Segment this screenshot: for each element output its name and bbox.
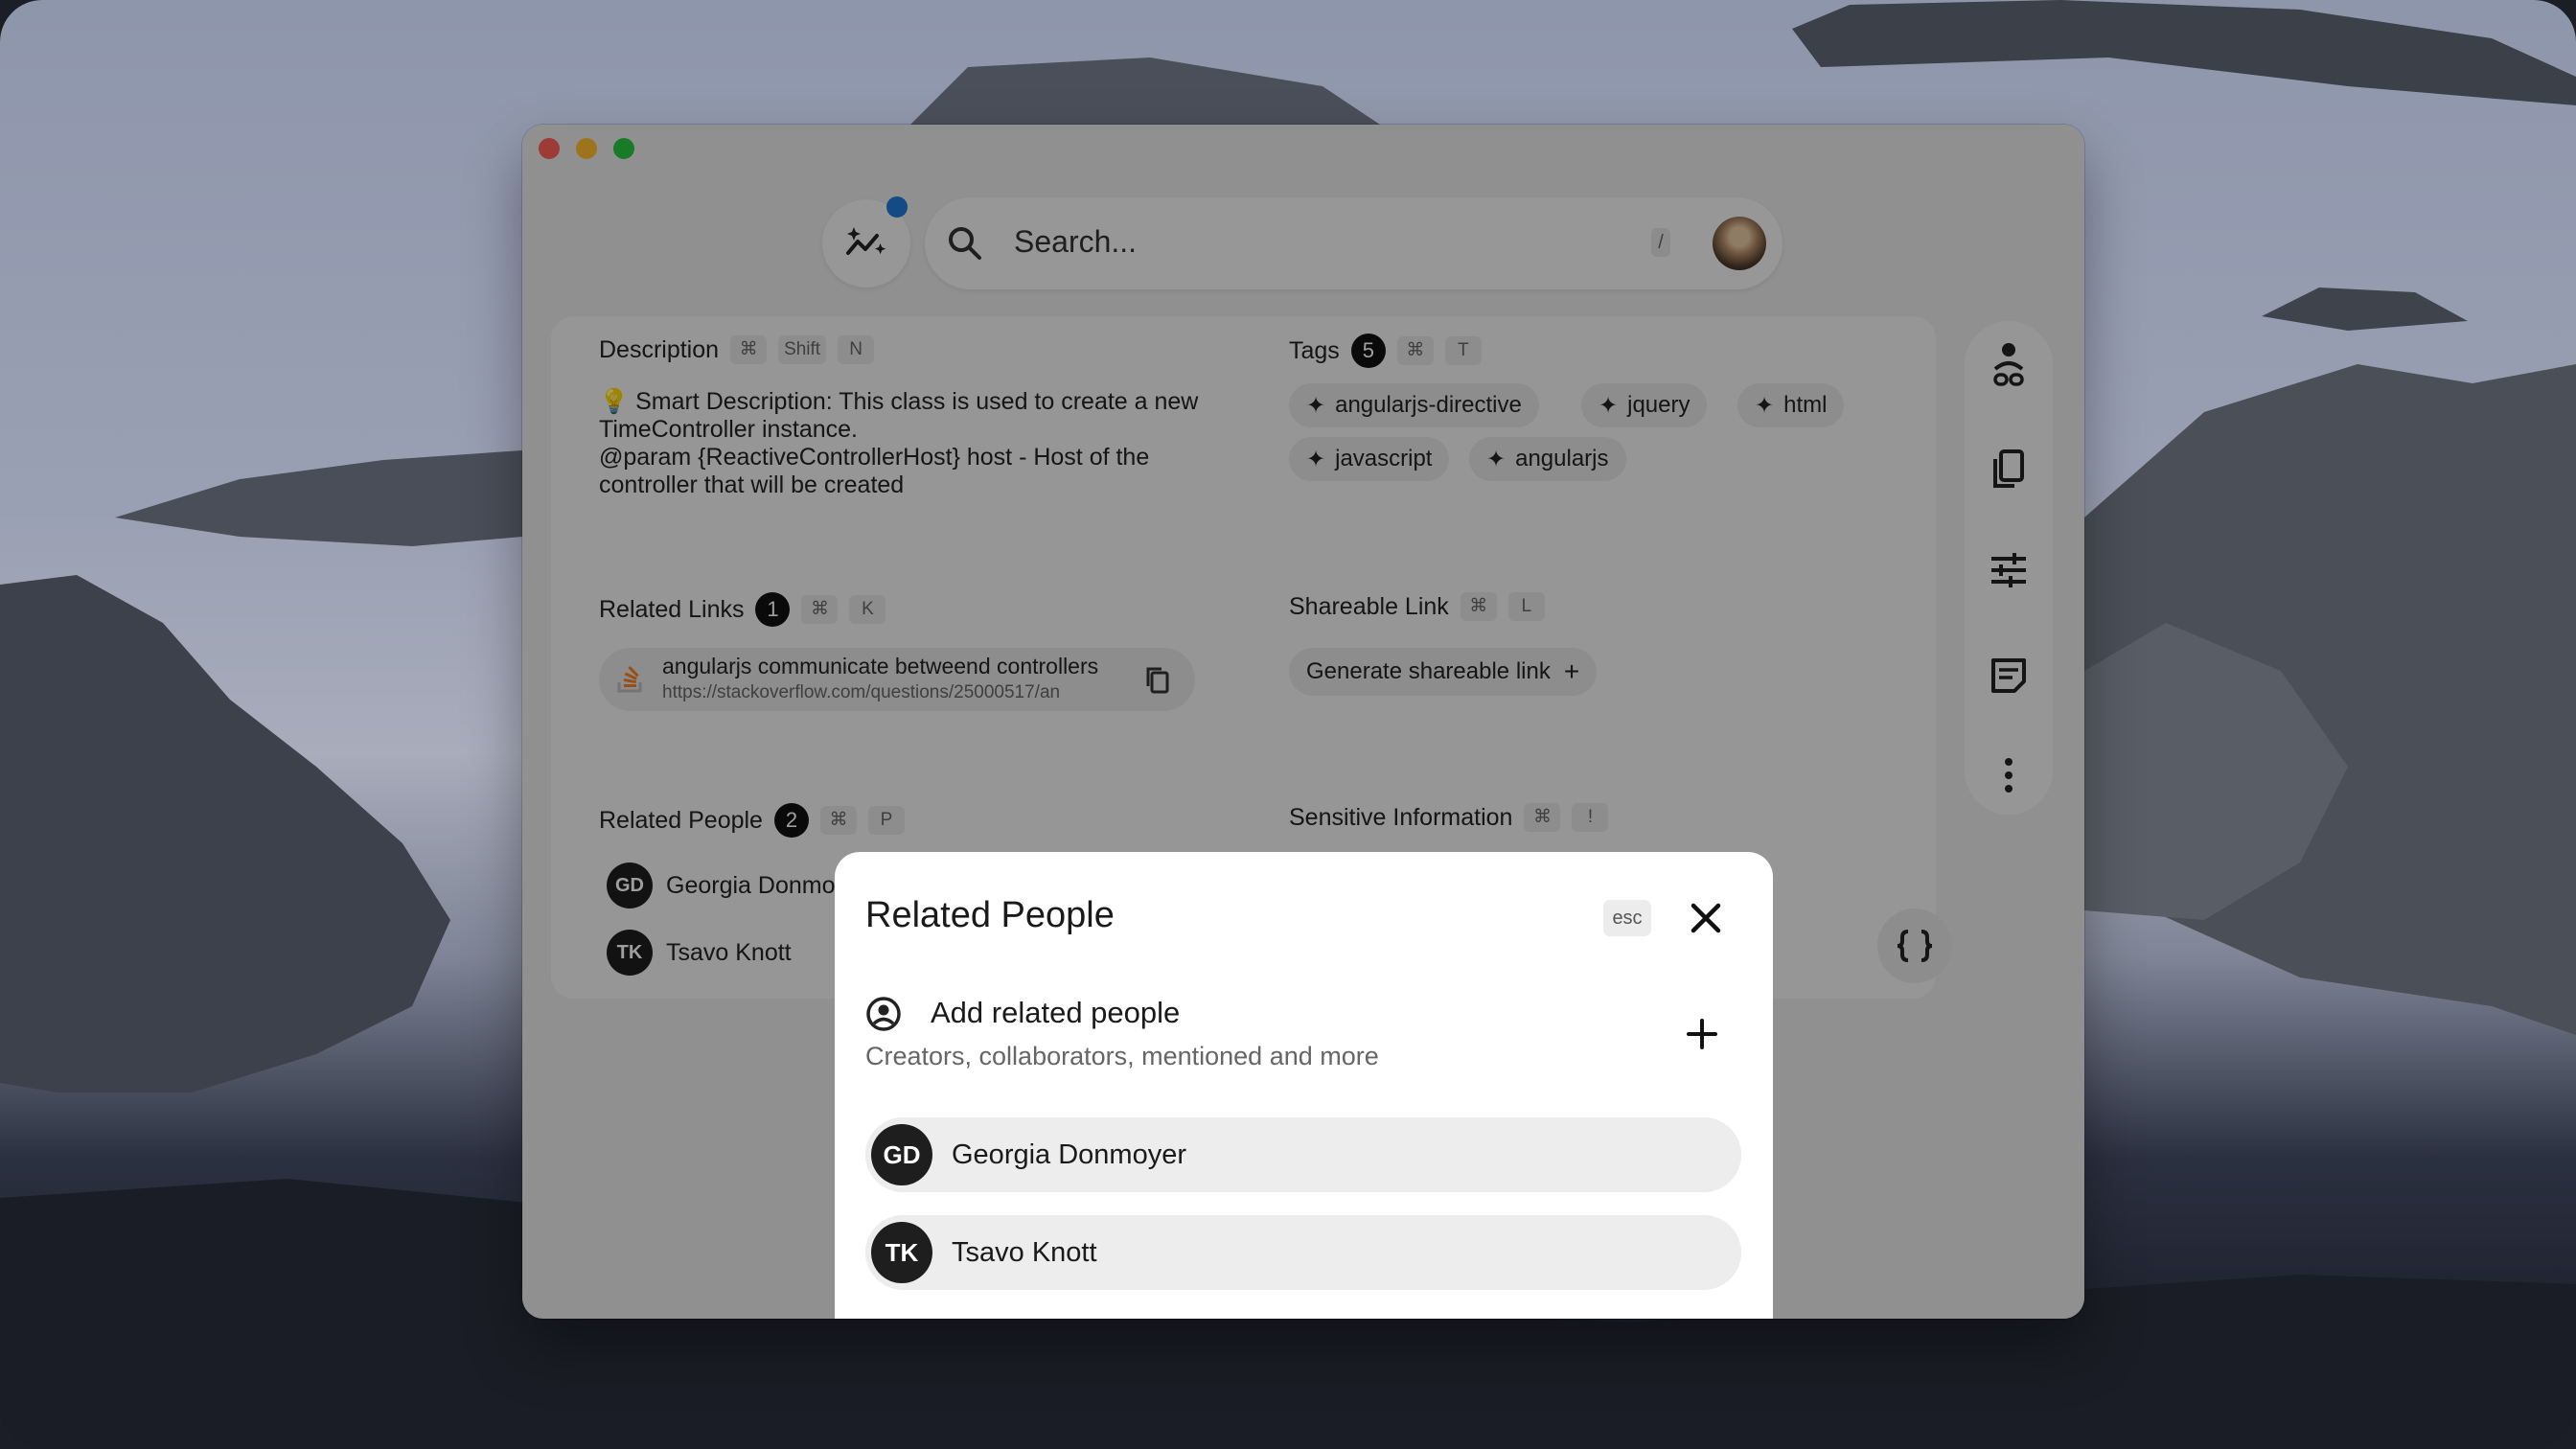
avatar: TK bbox=[871, 1222, 932, 1283]
avatar: GD bbox=[871, 1124, 932, 1185]
add-person-plus-icon[interactable] bbox=[1683, 1015, 1721, 1053]
person-name: Tsavo Knott bbox=[952, 1236, 1097, 1268]
add-related-people-subtitle: Creators, collaborators, mentioned and m… bbox=[865, 1042, 1379, 1070]
close-icon[interactable] bbox=[1686, 898, 1726, 938]
esc-key-hint: esc bbox=[1603, 900, 1651, 936]
person-name: Georgia Donmoyer bbox=[952, 1138, 1186, 1170]
person-row[interactable]: TK Tsavo Knott bbox=[865, 1215, 1741, 1290]
modal-title: Related People bbox=[865, 895, 1115, 935]
add-related-people-title: Add related people bbox=[931, 996, 1181, 1029]
related-people-modal: Related People esc Add related people Cr… bbox=[835, 852, 1773, 1319]
person-row[interactable]: GD Georgia Donmoyer bbox=[865, 1117, 1741, 1192]
person-circle-icon bbox=[866, 997, 901, 1031]
